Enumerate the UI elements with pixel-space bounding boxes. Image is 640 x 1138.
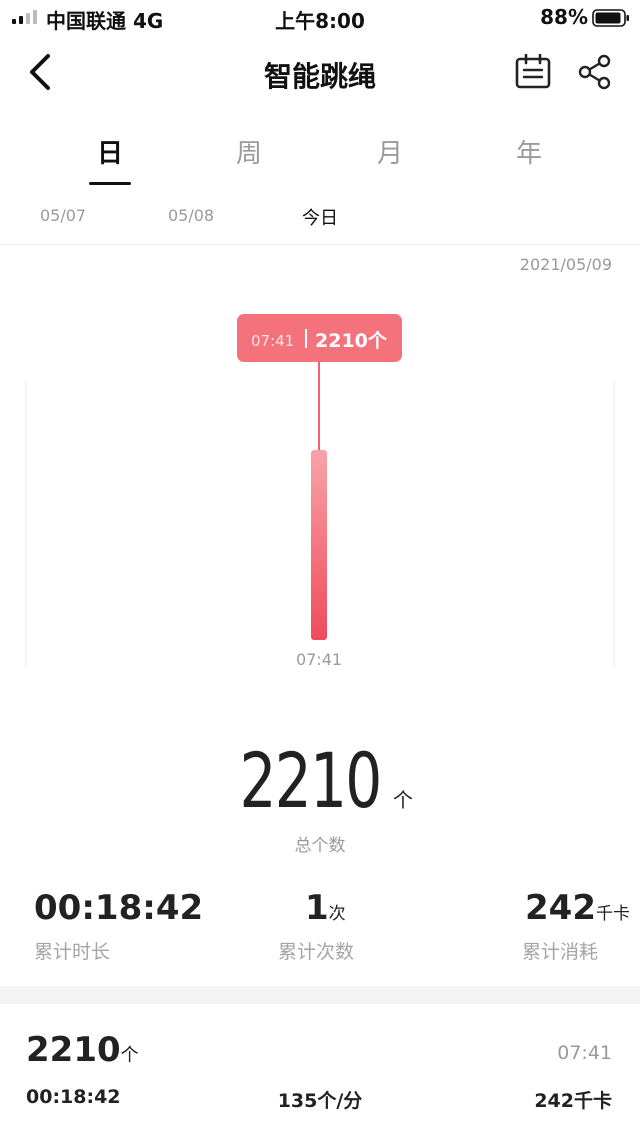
total-count: 2210 个 (0, 736, 640, 825)
stat-sessions-value: 1次 (305, 888, 346, 928)
tab-year[interactable]: 年 (489, 133, 569, 170)
tab-day[interactable]: 日 (70, 133, 150, 170)
date-item[interactable]: 05/08 (168, 206, 214, 225)
tab-month[interactable]: 月 (350, 133, 430, 170)
stat-calories-value: 242千卡 (525, 888, 630, 928)
chart-tooltip: 07:41 2210个 (237, 314, 402, 362)
total-count-unit: 个 (392, 788, 413, 812)
total-count-value: 2210 (239, 736, 382, 825)
stat-calories-label: 累计消耗 (522, 941, 599, 963)
record-calories: 242千卡 (534, 1090, 612, 1112)
record-count[interactable]: 2210个 (26, 1030, 139, 1070)
record-time: 07:41 (557, 1042, 612, 1064)
tab-week[interactable]: 周 (209, 133, 289, 170)
date-item-today[interactable]: 今日 (302, 204, 338, 230)
stat-sessions-label: 累计次数 (278, 941, 355, 963)
status-bar: 中国联通 4G 上午8:00 88% (0, 0, 640, 34)
date-item[interactable]: 05/07 (40, 206, 86, 225)
chart-date: 2021/05/09 (519, 255, 612, 274)
battery-percent: 88% (540, 5, 588, 29)
chart-bar[interactable] (311, 450, 327, 640)
battery-icon (592, 9, 629, 27)
section-divider (0, 986, 640, 1004)
calendar-icon[interactable] (514, 54, 552, 90)
tab-indicator (89, 182, 131, 185)
total-count-label: 总个数 (294, 836, 346, 856)
stat-duration-value: 00:18:42 (34, 888, 204, 928)
tooltip-value: 2210个 (315, 330, 388, 352)
stat-duration-label: 累计时长 (34, 941, 111, 963)
share-icon[interactable] (578, 54, 612, 90)
tooltip-time: 07:41 (251, 332, 294, 350)
x-tick-label: 07:41 (296, 650, 342, 669)
activity-chart: 07:41 07:41 2210个 (25, 314, 615, 669)
divider (0, 244, 640, 245)
